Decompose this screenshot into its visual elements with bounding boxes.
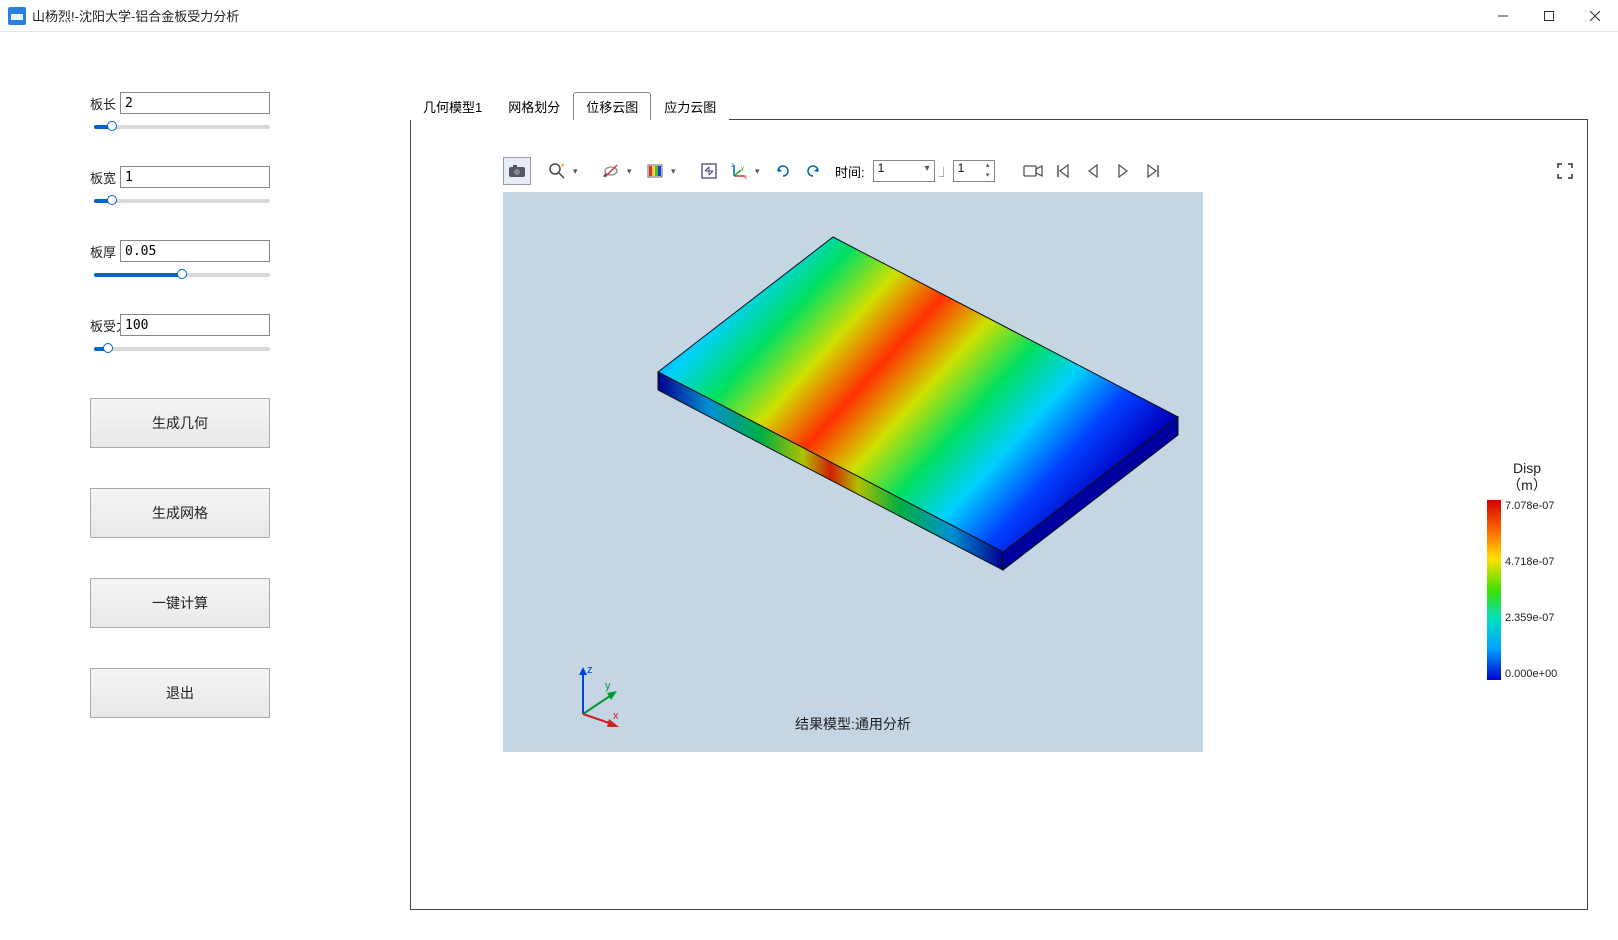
width-slider[interactable] <box>94 192 270 210</box>
tab-mesh[interactable]: 网格划分 <box>495 92 573 120</box>
legend-bar <box>1487 500 1501 680</box>
frame-value: 1 <box>958 161 965 175</box>
next-frame-icon[interactable] <box>1109 157 1137 185</box>
titlebar: 山杨烈!-沈阳大学-铝合金板受力分析 <box>0 0 1618 32</box>
frame-spinner[interactable]: 1 ▴▾ <box>953 160 995 182</box>
goto-last-icon[interactable]: ⏌ <box>937 164 951 179</box>
viewport[interactable]: z y x 结果模型:通用分析 <box>503 192 1203 752</box>
minimize-button[interactable] <box>1480 0 1526 32</box>
axes-icon[interactable]: x z y <box>725 157 753 185</box>
generate-geometry-button[interactable]: 生成几何 <box>90 398 270 448</box>
force-slider[interactable] <box>94 340 270 358</box>
displacement-plot <box>543 222 1183 592</box>
zoom-dropdown[interactable]: ▾ <box>573 166 585 177</box>
rotate-ccw-icon[interactable] <box>769 157 797 185</box>
zoom-icon[interactable] <box>543 157 571 185</box>
camera-icon[interactable] <box>503 157 531 185</box>
generate-mesh-button[interactable]: 生成网格 <box>90 488 270 538</box>
svg-text:y: y <box>605 680 611 692</box>
color-legend: Disp（m） <box>1487 460 1567 680</box>
spin-down[interactable]: ▾ <box>982 171 994 181</box>
legend-min: 0.000e+00 <box>1505 668 1557 680</box>
viewer-toolbar: ▾ ▾ ▾ <box>503 156 1579 186</box>
thickness-input[interactable] <box>120 240 270 262</box>
compute-button[interactable]: 一键计算 <box>90 578 270 628</box>
force-input[interactable] <box>120 314 270 336</box>
time-combo[interactable]: 1 <box>873 160 935 182</box>
maximize-button[interactable] <box>1526 0 1572 32</box>
record-icon[interactable] <box>1019 157 1047 185</box>
svg-text:x: x <box>744 175 747 180</box>
spin-up[interactable]: ▴ <box>982 161 994 171</box>
length-input[interactable] <box>120 92 270 114</box>
legend-title: Disp（m） <box>1487 460 1567 494</box>
main-panel: 几何模型1 网格划分 位移云图 应力云图 ▾ ▾ <box>410 32 1618 940</box>
result-title: 结果模型:通用分析 <box>503 714 1203 734</box>
window-title: 山杨烈!-沈阳大学-铝合金板受力分析 <box>32 6 1480 25</box>
close-button[interactable] <box>1572 0 1618 32</box>
last-frame-icon[interactable] <box>1139 157 1167 185</box>
left-panel: 板长 板宽 板厚 板受力 <box>0 32 410 940</box>
thickness-label: 板厚 <box>90 242 120 261</box>
width-label: 板宽 <box>90 168 120 187</box>
rotate-cw-icon[interactable] <box>799 157 827 185</box>
tab-geometry[interactable]: 几何模型1 <box>410 92 495 120</box>
prev-frame-icon[interactable] <box>1079 157 1107 185</box>
legend-max: 7.078e-07 <box>1505 500 1557 512</box>
exit-button[interactable]: 退出 <box>90 668 270 718</box>
rainbow-dropdown[interactable]: ▾ <box>671 166 683 177</box>
legend-mid2: 2.359e-07 <box>1505 612 1557 624</box>
tab-displacement[interactable]: 位移云图 <box>573 92 651 120</box>
fullscreen-icon[interactable] <box>1551 157 1579 185</box>
svg-text:y: y <box>741 166 744 172</box>
selection-mode-icon[interactable] <box>597 157 625 185</box>
first-frame-icon[interactable] <box>1049 157 1077 185</box>
app-icon <box>8 7 26 25</box>
svg-text:z: z <box>731 163 734 169</box>
tab-stress[interactable]: 应力云图 <box>651 92 729 120</box>
force-label: 板受力 <box>90 316 120 335</box>
rainbow-icon[interactable] <box>641 157 669 185</box>
svg-text:z: z <box>587 664 593 676</box>
window-controls <box>1480 0 1618 32</box>
time-label: 时间: <box>829 162 871 181</box>
length-label: 板长 <box>90 94 120 113</box>
axes-dropdown[interactable]: ▾ <box>755 166 767 177</box>
legend-mid1: 4.718e-07 <box>1505 556 1557 568</box>
width-input[interactable] <box>120 166 270 188</box>
fit-icon[interactable] <box>695 157 723 185</box>
tabs: 几何模型1 网格划分 位移云图 应力云图 <box>410 92 1588 119</box>
viewer-frame: ▾ ▾ ▾ <box>410 119 1588 910</box>
selection-dropdown[interactable]: ▾ <box>627 166 639 177</box>
thickness-slider[interactable] <box>94 266 270 284</box>
length-slider[interactable] <box>94 118 270 136</box>
